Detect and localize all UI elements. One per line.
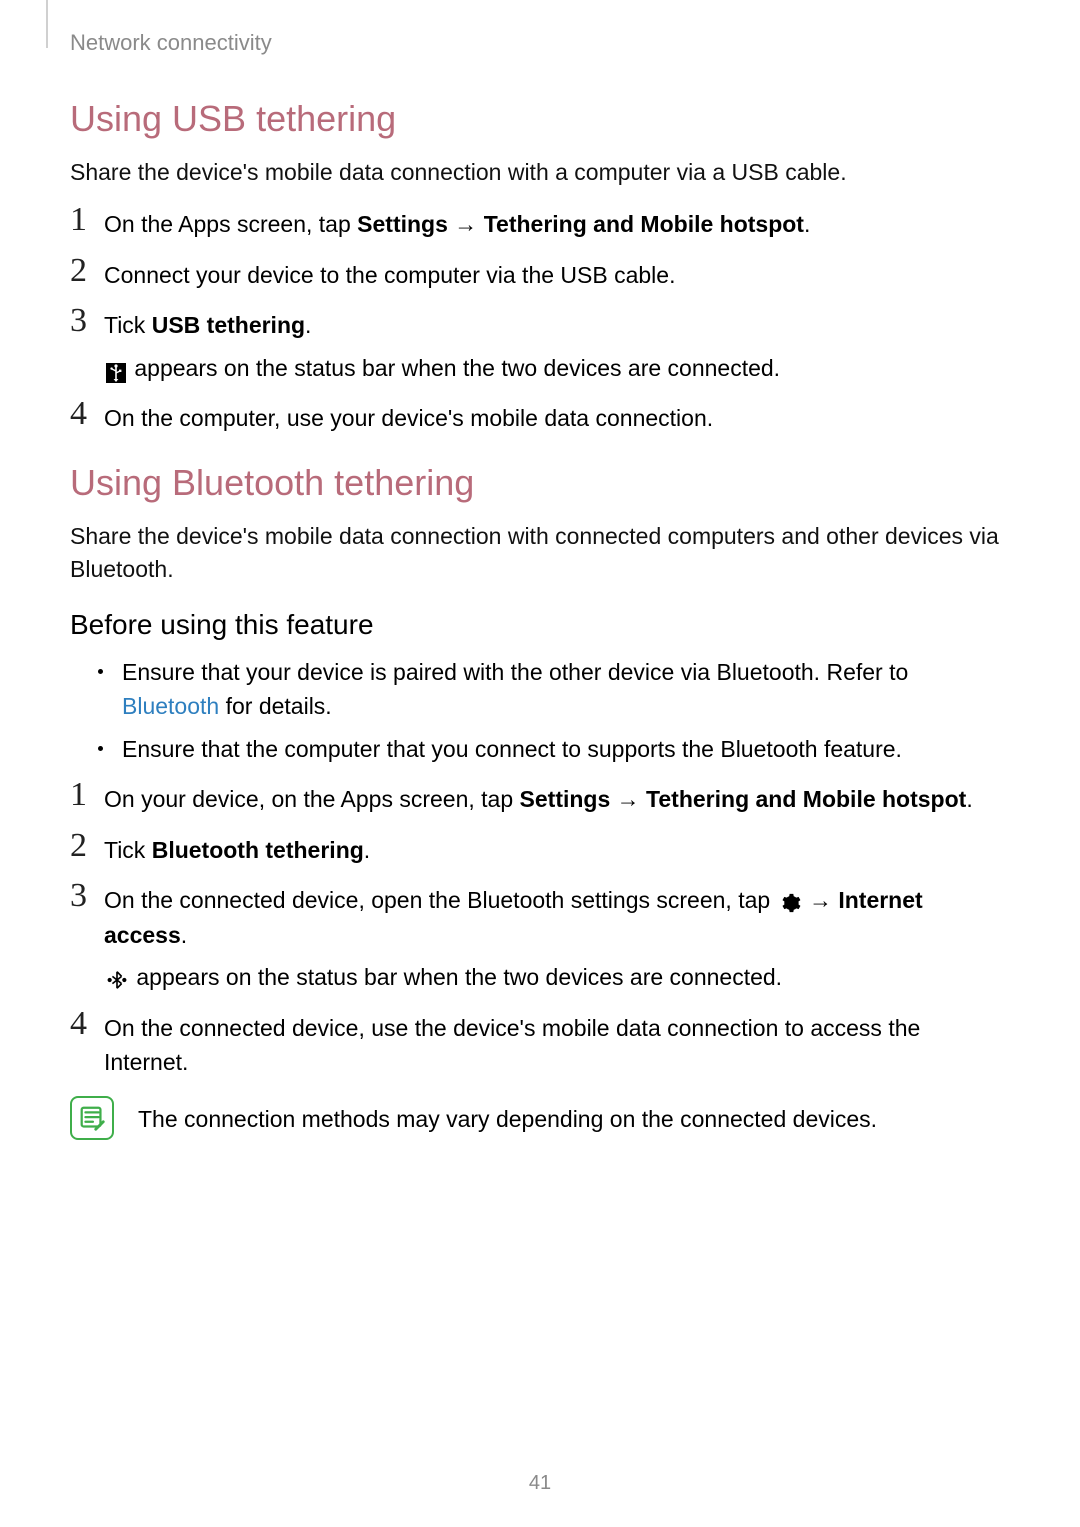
bold-bluetooth-tethering: Bluetooth tethering xyxy=(152,837,364,863)
link-bluetooth[interactable]: Bluetooth xyxy=(122,693,219,719)
text-fragment: → xyxy=(803,887,839,913)
bluetooth-share-icon xyxy=(106,966,128,988)
bold-tethering-hotspot: Tethering and Mobile hotspot xyxy=(484,211,804,237)
step-number: 1 xyxy=(70,203,104,237)
bullet-list: Ensure that your device is paired with t… xyxy=(98,655,1010,767)
text-fragment: . xyxy=(804,211,810,237)
usb-step-1: 1 On the Apps screen, tap Settings → Tet… xyxy=(70,203,1010,242)
step-number: 1 xyxy=(70,778,104,812)
text-fragment: . xyxy=(364,837,370,863)
note-icon xyxy=(70,1096,114,1140)
step-text: Connect your device to the computer via … xyxy=(104,254,675,293)
step-number: 3 xyxy=(70,879,104,913)
bt-step-3-sub: appears on the status bar when the two d… xyxy=(104,960,1010,995)
bt-step-3: 3 On the connected device, open the Blue… xyxy=(70,879,1010,952)
text-fragment: On the connected device, open the Blueto… xyxy=(104,887,777,913)
note-row: The connection methods may vary dependin… xyxy=(70,1096,1010,1140)
step-number: 2 xyxy=(70,829,104,863)
text-fragment: On the Apps screen, tap xyxy=(104,211,357,237)
text-fragment: → xyxy=(448,211,484,237)
page-number: 41 xyxy=(0,1472,1080,1495)
step-text: Tick Bluetooth tethering. xyxy=(104,829,370,868)
margin-rule xyxy=(46,0,48,48)
step-number: 3 xyxy=(70,304,104,338)
step-text: On your device, on the Apps screen, tap … xyxy=(104,778,973,817)
content-area: Using USB tethering Share the device's m… xyxy=(70,98,1010,1140)
bold-settings: Settings xyxy=(520,786,611,812)
heading-bluetooth-tethering: Using Bluetooth tethering xyxy=(70,462,1010,504)
usb-step-4: 4 On the computer, use your device's mob… xyxy=(70,397,1010,436)
step-number: 2 xyxy=(70,254,104,288)
text-fragment: Ensure that your device is paired with t… xyxy=(122,659,908,685)
bullet-item: Ensure that your device is paired with t… xyxy=(98,655,1010,724)
text-fragment: appears on the status bar when the two d… xyxy=(130,964,782,990)
step-text: Tick USB tethering. xyxy=(104,304,311,343)
note-text: The connection methods may vary dependin… xyxy=(138,1096,877,1137)
subheading-before-using: Before using this feature xyxy=(70,609,1010,641)
bt-step-2: 2 Tick Bluetooth tethering. xyxy=(70,829,1010,868)
heading-usb-tethering: Using USB tethering xyxy=(70,98,1010,140)
step-number: 4 xyxy=(70,1007,104,1041)
usb-intro: Share the device's mobile data connectio… xyxy=(70,156,1010,189)
text-fragment: appears on the status bar when the two d… xyxy=(128,355,780,381)
bold-usb-tethering: USB tethering xyxy=(152,312,305,338)
text-fragment: . xyxy=(181,922,187,948)
bold-settings: Settings xyxy=(357,211,448,237)
usb-step-3-sub: appears on the status bar when the two d… xyxy=(104,351,1010,386)
bt-step-1: 1 On your device, on the Apps screen, ta… xyxy=(70,778,1010,817)
text-fragment: for details. xyxy=(219,693,332,719)
bt-step-4: 4 On the connected device, use the devic… xyxy=(70,1007,1010,1080)
step-text: On the Apps screen, tap Settings → Tethe… xyxy=(104,203,810,242)
text-fragment: . xyxy=(966,786,972,812)
usb-step-2: 2 Connect your device to the computer vi… xyxy=(70,254,1010,293)
text-fragment: Tick xyxy=(104,312,152,338)
bold-tethering-hotspot: Tethering and Mobile hotspot xyxy=(646,786,966,812)
gear-icon xyxy=(779,889,801,911)
step-text: On the connected device, use the device'… xyxy=(104,1007,1010,1080)
text-fragment: . xyxy=(305,312,311,338)
page-container: Network connectivity Using USB tethering… xyxy=(0,0,1080,1527)
text-fragment: → xyxy=(610,786,646,812)
breadcrumb: Network connectivity xyxy=(70,30,272,56)
usb-status-icon xyxy=(106,358,126,378)
step-text: On the connected device, open the Blueto… xyxy=(104,879,1010,952)
text-fragment: On your device, on the Apps screen, tap xyxy=(104,786,520,812)
usb-step-3: 3 Tick USB tethering. xyxy=(70,304,1010,343)
text-fragment: Tick xyxy=(104,837,152,863)
bullet-item: Ensure that the computer that you connec… xyxy=(98,732,1010,767)
step-number: 4 xyxy=(70,397,104,431)
bt-intro: Share the device's mobile data connectio… xyxy=(70,520,1010,587)
step-text: On the computer, use your device's mobil… xyxy=(104,397,713,436)
